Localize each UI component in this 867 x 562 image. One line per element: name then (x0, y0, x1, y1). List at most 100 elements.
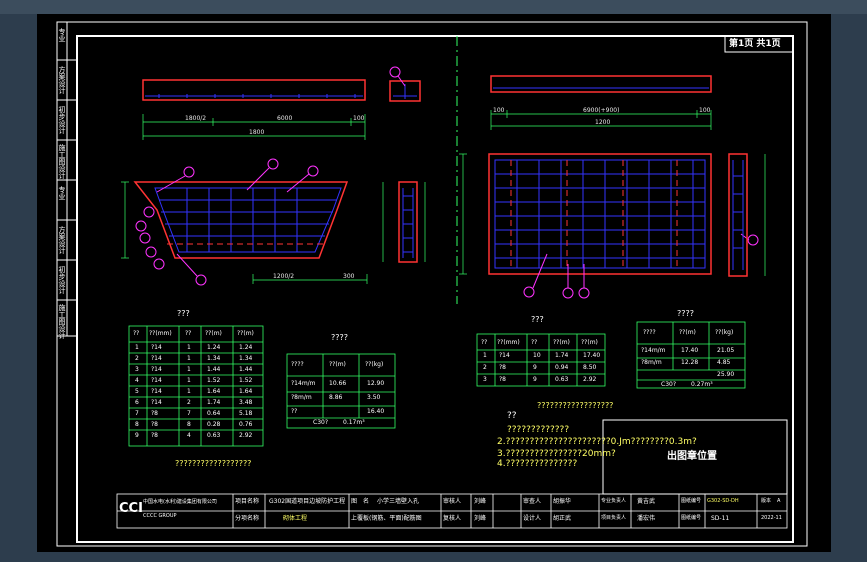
header-cell: ?? (531, 339, 538, 346)
table-cell: ?14 (499, 352, 510, 359)
viewer-top-bar (0, 0, 867, 14)
header-cell: ?? (133, 330, 140, 337)
table-cell: 1.34 (239, 355, 253, 362)
table-cell: 1.44 (207, 366, 221, 373)
note-line: ????????????? (507, 425, 570, 435)
footer-cell: C30? (313, 419, 329, 426)
checker-name: 刘峰 (474, 515, 487, 522)
table-cell: 8.86 (329, 394, 343, 401)
drawing-label: 图 名 (351, 498, 370, 505)
right-table-note: ?????????????????? (537, 401, 614, 410)
dim-label: 100 (353, 115, 365, 122)
table-cell: 7 (135, 410, 139, 417)
cad-drawing (56, 21, 808, 547)
header-cell: ??(m) (329, 361, 346, 368)
table-cell: 1.24 (207, 344, 221, 351)
header-cell: ??(m) (679, 329, 696, 336)
side-label: 施工图设计 (58, 304, 66, 339)
table-cell: 9 (533, 376, 537, 383)
table-cell: 2.92 (583, 376, 597, 383)
dim-label: 6000 (277, 115, 293, 122)
table-cell: 2 (187, 399, 191, 406)
side-label: 初步设计 (58, 106, 66, 134)
side-label: 施工图设计 (58, 144, 66, 179)
table-cell: 4 (187, 432, 191, 439)
table-cell: 25.90 (717, 371, 735, 378)
side-label: 方案设计 (58, 66, 66, 94)
reviewer-name: 胡振华 (553, 498, 572, 505)
table-cell: 12.28 (681, 359, 699, 366)
table-cell: ?8 (151, 410, 159, 417)
table-cell: 8.50 (583, 364, 597, 371)
drawing-name-2: 上覆板(钢筋、平面)配筋图 (351, 515, 422, 522)
header-cell: ???? (643, 329, 656, 336)
table-cell: 6 (135, 399, 139, 406)
table-cell: 5.18 (239, 410, 253, 417)
print-stamp-label: 出图章位置 (667, 451, 717, 462)
drawing-canvas[interactable]: 第1页 共1页 专业 方案设计 初步设计 施工图设计 专业 方案设计 初步设计 … (37, 14, 831, 552)
table-cell: 8 (187, 421, 191, 428)
header-cell: ??(kg) (365, 361, 384, 368)
table-cell: 2.92 (239, 432, 253, 439)
table-cell: 0.28 (207, 421, 221, 428)
table-cell: ?? (291, 408, 298, 415)
table-cell: 0.76 (239, 421, 253, 428)
table-cell: 1 (187, 388, 191, 395)
sheet-label: 图纸编号 (681, 515, 702, 521)
table-cell: 3 (483, 376, 487, 383)
header-cell: ??(m) (553, 339, 570, 346)
footer-cell: C30? (661, 381, 677, 388)
table-cell: 7 (187, 410, 191, 417)
table-cell: 0.63 (207, 432, 221, 439)
dim-label: 100 (699, 107, 711, 114)
version-value: A (777, 498, 781, 504)
project-label: 项目名称 (235, 498, 260, 505)
drawing-name-1: 小学三墙壁入孔 (377, 498, 420, 505)
table-cell: 1.74 (555, 352, 569, 359)
project-lead-name: 潘宏伟 (637, 515, 656, 522)
table-cell: 12.90 (367, 380, 385, 387)
dim-label: 100 (493, 107, 505, 114)
company-name-cn: 中国水电(水利)建设集团有限公司 (143, 499, 217, 505)
header-cell: ??(m) (581, 339, 598, 346)
right-table-title: ??? (531, 315, 544, 324)
left-table-title: ??? (177, 309, 190, 318)
table-cell: 0.94 (555, 364, 569, 371)
page-label: 第1页 共1页 (729, 39, 781, 49)
table-cell: 17.40 (681, 347, 699, 354)
header-cell: ???? (291, 361, 304, 368)
table-cell: 1 (187, 355, 191, 362)
footer-cell: 0.27m³ (691, 381, 713, 388)
project-value: G302国道项目边坡防护工程 (269, 498, 346, 505)
subitem-value: 砌体工程 (283, 515, 308, 522)
dim-label: 1800 (249, 129, 265, 136)
table-cell: 1.64 (239, 388, 253, 395)
side-label: 专业 (58, 28, 66, 42)
table-cell: 16.40 (367, 408, 385, 415)
header-cell: ??(m) (237, 330, 254, 337)
table-cell: 1 (187, 366, 191, 373)
header-cell: ??(mm) (149, 330, 172, 337)
table-cell: 3 (135, 366, 139, 373)
table-cell: ?8 (151, 432, 159, 439)
summary-title: ???? (677, 309, 694, 318)
table-cell: ?14 (151, 366, 162, 373)
table-cell: ?14m/m (291, 380, 316, 387)
table-cell: 4 (135, 377, 139, 384)
table-cell: ?8 (499, 376, 507, 383)
sheet-no: SD-11 (711, 515, 730, 522)
mid-table-title: ???? (331, 333, 348, 342)
table-cell: 10 (533, 352, 541, 359)
header-cell: ?? (481, 339, 488, 346)
table-cell: 1.64 (207, 388, 221, 395)
approver-label: 审核人 (443, 498, 462, 505)
table-cell: ?14m/m (641, 347, 666, 354)
header-cell: ??(mm) (497, 339, 520, 346)
designer-name: 胡正武 (553, 515, 572, 522)
table-cell: ?14 (151, 344, 162, 351)
approver-name: 刘峰 (474, 498, 487, 505)
left-table-note: ?????????????????? (175, 459, 252, 468)
table-cell: 2 (483, 364, 487, 371)
header-cell: ??(kg) (715, 329, 734, 336)
header-cell: ?? (185, 330, 192, 337)
